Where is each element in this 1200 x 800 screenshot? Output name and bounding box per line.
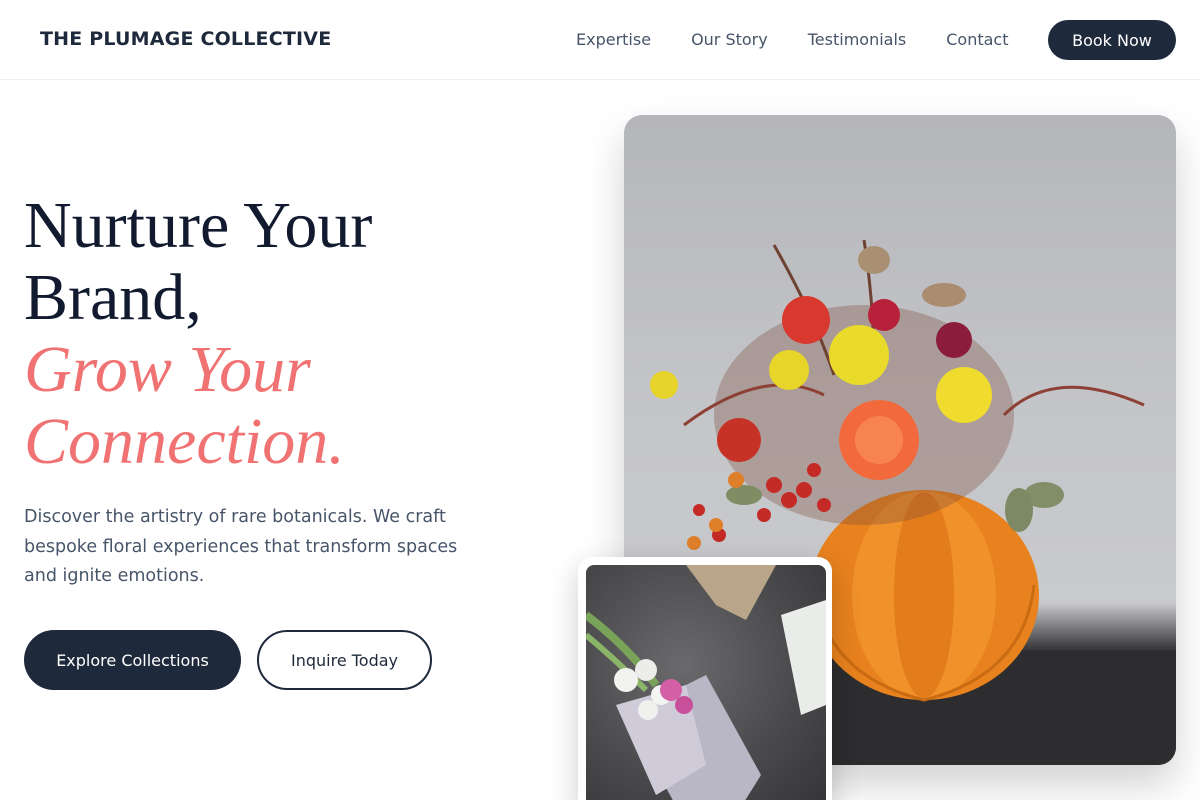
bouquet-illustration <box>586 565 826 800</box>
nav-link-expertise[interactable]: Expertise <box>576 30 651 49</box>
nav-link-our-story[interactable]: Our Story <box>691 30 768 49</box>
nav-link-testimonials[interactable]: Testimonials <box>808 30 907 49</box>
nav-link-contact[interactable]: Contact <box>946 30 1008 49</box>
headline-accent-line-1: Grow Your <box>24 333 311 406</box>
book-now-button[interactable]: Book Now <box>1048 20 1176 60</box>
main-nav: Expertise Our Story Testimonials Contact <box>576 30 1008 49</box>
headline-accent-line-2: Connection. <box>24 405 345 478</box>
bouquet-image <box>586 565 826 800</box>
headline-line-1: Nurture Your <box>24 189 373 262</box>
hero-headline: Nurture Your Brand, Grow Your Connection… <box>24 190 564 478</box>
explore-collections-button[interactable]: Explore Collections <box>24 630 241 690</box>
hero-secondary-image-card <box>578 557 832 800</box>
inquire-today-button[interactable]: Inquire Today <box>257 630 432 690</box>
site-header: THE PLUMAGE COLLECTIVE Expertise Our Sto… <box>0 0 1200 80</box>
headline-line-2: Brand, <box>24 261 202 334</box>
hero-description: Discover the artistry of rare botanicals… <box>24 507 458 586</box>
brand-logo[interactable]: THE PLUMAGE COLLECTIVE <box>40 28 331 50</box>
